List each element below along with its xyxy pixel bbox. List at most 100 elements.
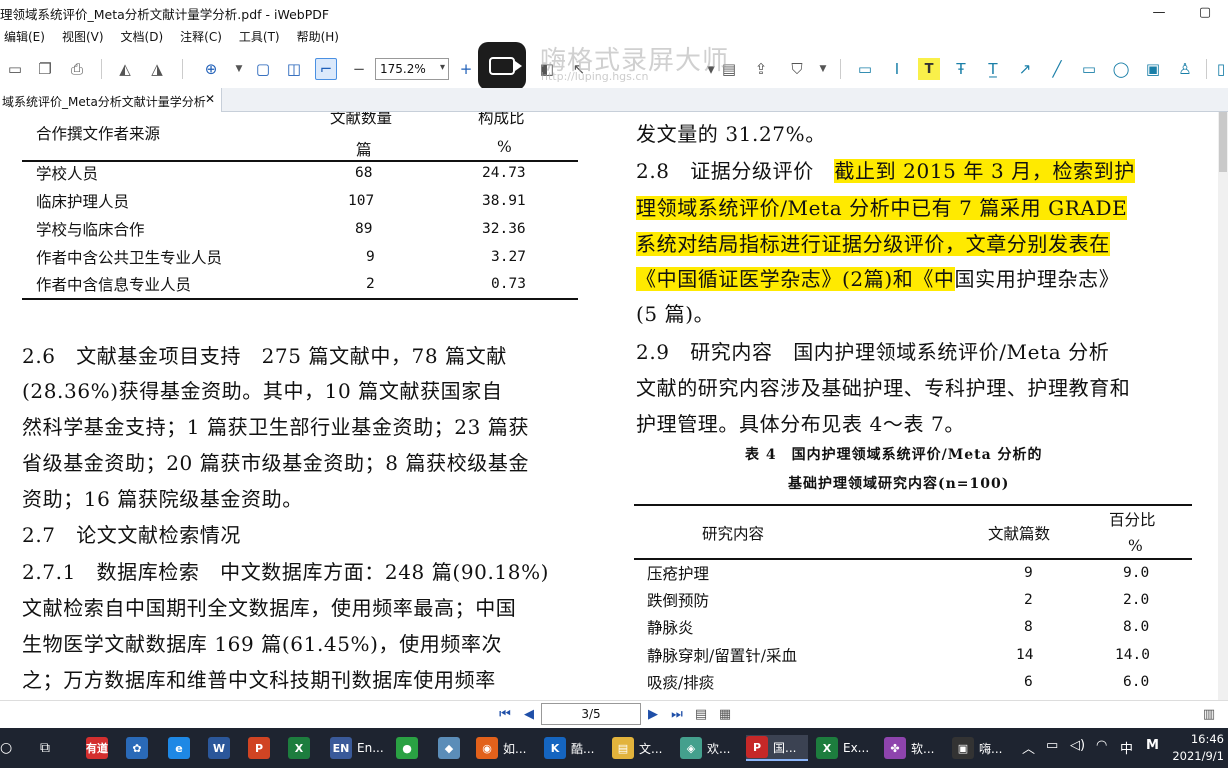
table-row-count: 89 xyxy=(355,221,373,237)
highlight-icon[interactable]: T xyxy=(918,58,940,80)
image-stamp-icon[interactable]: ▣ xyxy=(1142,58,1164,80)
tray-up-icon[interactable]: ︿ xyxy=(1022,738,1035,757)
app-icon: ◆ xyxy=(438,737,460,759)
last-page-icon[interactable]: ⏭ xyxy=(668,705,686,723)
next-page-icon[interactable]: ▶ xyxy=(644,705,662,723)
stamp-menu-icon[interactable]: ▼ xyxy=(812,58,834,80)
taskbar-app-label: 欢... xyxy=(707,741,731,756)
strikeout-icon[interactable]: Ŧ xyxy=(950,58,972,80)
arrow-icon[interactable]: ↗ xyxy=(1014,58,1036,80)
taskbar-app[interactable]: ✤ 软... xyxy=(884,735,940,761)
taskbar-app[interactable]: EN En... xyxy=(330,735,386,761)
taskbar-app[interactable]: ◈ 欢... xyxy=(680,735,736,761)
table-row-pct: 38.91 xyxy=(482,193,526,209)
taskbar-app[interactable]: ◆ xyxy=(438,735,466,761)
app-icon: ● xyxy=(396,737,418,759)
taskbar-app[interactable]: ▣ 嗨... xyxy=(952,735,1008,761)
fit-width-icon[interactable]: ◫ xyxy=(283,58,305,80)
volume-icon[interactable]: ◁) xyxy=(1070,738,1085,753)
zoom-in-icon[interactable]: ⊕ xyxy=(200,58,222,80)
toolbar-divider xyxy=(840,59,841,79)
taskbar-app[interactable]: W xyxy=(208,735,236,761)
task-view-icon[interactable]: ⧉ xyxy=(40,735,50,761)
menu-view[interactable]: 视图(V) xyxy=(62,26,104,46)
signature-icon[interactable]: ♙ xyxy=(1174,58,1196,80)
save-as-icon[interactable]: ❐ xyxy=(34,58,56,80)
zoom-plus-icon[interactable]: + xyxy=(455,58,477,80)
text-select-icon[interactable]: Ⅰ xyxy=(886,58,908,80)
print-icon[interactable]: ⎙ xyxy=(66,58,88,80)
ime-indicator[interactable]: 中 xyxy=(1120,738,1133,757)
taskbar-app[interactable]: P xyxy=(248,735,276,761)
taskbar-app[interactable]: P 国... xyxy=(746,735,808,761)
table-header-content: 研究内容 xyxy=(702,525,765,543)
menu-edit[interactable]: 编辑(E) xyxy=(4,26,45,46)
line-icon[interactable]: ╱ xyxy=(1046,58,1068,80)
start-search-icon[interactable]: ○ xyxy=(0,735,18,761)
taskbar-app[interactable]: ▤ 文... xyxy=(612,735,668,761)
more-icon[interactable]: ▯ xyxy=(1210,58,1228,80)
taskbar-app[interactable]: X Ex... xyxy=(816,735,872,761)
page-number-input[interactable]: 3/5 xyxy=(541,703,641,725)
menu-bar: 编辑(E) 视图(V) 文档(D) 注释(C) 工具(T) 帮助(H) xyxy=(0,26,356,46)
zoom-value: 175.2% xyxy=(380,62,426,76)
restore-button[interactable]: ▢ xyxy=(1182,0,1228,24)
taskbar-app[interactable]: ● xyxy=(396,735,424,761)
taskbar-app[interactable]: 有道 xyxy=(86,735,114,761)
taskbar-app[interactable]: e xyxy=(168,735,196,761)
table-row-label: 跌倒预防 xyxy=(647,592,710,610)
ime-mode[interactable]: M xyxy=(1146,738,1159,753)
actual-size-icon[interactable]: ⌐ xyxy=(315,58,337,80)
taskbar-app[interactable]: ◉ 如... xyxy=(476,735,532,761)
underline-icon[interactable]: T̲ xyxy=(982,58,1004,80)
sidebar-toggle-icon[interactable]: ▥ xyxy=(1200,705,1218,723)
wifi-icon[interactable]: ◠ xyxy=(1096,738,1107,753)
battery-icon[interactable]: ▭ xyxy=(1046,738,1058,753)
tab-document[interactable]: 域系统评价_Meta分析文献计量学分析 ✕ xyxy=(0,88,222,112)
paragraph-line: 理领域系统评价/Meta 分析中已有 7 篇采用 GRADE xyxy=(636,192,1128,221)
flip-right-icon[interactable]: ◮ xyxy=(146,58,168,80)
recorder-camera-icon[interactable] xyxy=(478,42,526,90)
paragraph-line: 然科学基金支持；1 篇获卫生部行业基金资助；23 篇获 xyxy=(22,415,530,439)
page-layout-icon[interactable]: ▦ xyxy=(716,705,734,723)
save-icon[interactable]: ▭ xyxy=(4,58,26,80)
paragraph-line: (5 篇)。 xyxy=(636,302,715,326)
first-page-icon[interactable]: ⏮ xyxy=(496,705,514,723)
prev-page-icon[interactable]: ◀ xyxy=(520,705,538,723)
system-clock[interactable]: 16:46 2021/9/1 xyxy=(1172,731,1224,765)
menu-document[interactable]: 文档(D) xyxy=(121,26,164,46)
table-header-count: 文献数量 xyxy=(330,112,393,127)
plain-text: 国实用护理杂志》 xyxy=(954,267,1120,291)
minimize-button[interactable]: — xyxy=(1136,0,1182,24)
flip-left-icon[interactable]: ◭ xyxy=(114,58,136,80)
highlighted-text: 《中国循证医学杂志》(2篇)和《中 xyxy=(636,267,955,291)
scrollbar-thumb[interactable] xyxy=(1219,112,1227,172)
taskbar-app[interactable]: X xyxy=(288,735,316,761)
page-number: 3/5 xyxy=(581,707,601,721)
rectangle-icon[interactable]: ▭ xyxy=(1078,58,1100,80)
menu-help[interactable]: 帮助(H) xyxy=(297,26,339,46)
tab-label: 域系统评价_Meta分析文献计量学分析 xyxy=(2,95,206,109)
taskbar-app[interactable]: ✿ xyxy=(126,735,154,761)
document-view[interactable]: 文献数量 构成比 合作撰文作者来源 篇 % 学校人员 68 24.73 临床护理… xyxy=(0,112,1218,700)
zoom-select[interactable]: 175.2% ▾ xyxy=(375,58,449,80)
table-row-label: 静脉炎 xyxy=(647,619,694,637)
menu-annotate[interactable]: 注释(C) xyxy=(180,26,222,46)
page-view-icon[interactable]: ▤ xyxy=(692,705,710,723)
zoom-out-icon[interactable]: − xyxy=(348,58,370,80)
clock-time: 16:46 xyxy=(1190,732,1224,746)
comment-icon[interactable]: ▭ xyxy=(854,58,876,80)
ellipse-icon[interactable]: ◯ xyxy=(1110,58,1132,80)
fit-page-icon[interactable]: ▢ xyxy=(252,58,274,80)
taskbar-app[interactable]: K 酷... xyxy=(544,735,600,761)
zoom-menu-icon[interactable]: ▼ xyxy=(228,58,250,80)
menu-tools[interactable]: 工具(T) xyxy=(239,26,280,46)
close-icon[interactable]: ✕ xyxy=(205,92,215,106)
vertical-scrollbar[interactable] xyxy=(1218,112,1228,700)
stamp-icon[interactable]: ⛉ xyxy=(786,58,808,80)
export-icon[interactable]: ⇪ xyxy=(750,58,772,80)
table-row-count: 9 xyxy=(1024,565,1033,581)
paragraph-line: 生物医学文献数据库 169 篇(61.45%)，使用频率次 xyxy=(22,632,503,656)
table-row-pct: 0.73 xyxy=(491,276,526,292)
taskbar-app-label: 软... xyxy=(911,741,935,756)
